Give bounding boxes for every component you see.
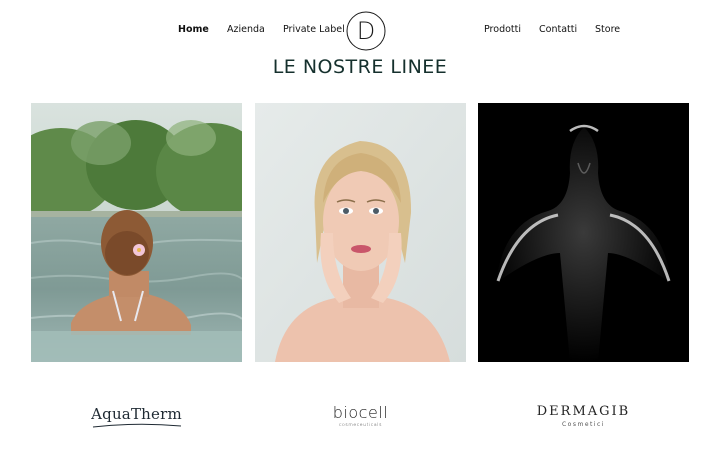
dermagib-wordmark: DERMAGIB [536,404,631,419]
line-card-dermagib[interactable] [478,103,689,362]
page-title: LE NOSTRE LINEE [272,56,448,78]
line-card-aquatherm[interactable] [31,103,242,362]
biocell-wordmark: biocell [332,403,389,422]
nav-store[interactable]: Store [595,24,620,35]
aquatherm-wordmark: AquaTherm [91,405,182,423]
nav-contatti[interactable]: Contatti [539,24,577,35]
blonde-woman-portrait-photo [255,103,466,362]
brand-logo-biocell[interactable]: biocell cosmeceuticals [255,396,466,436]
dermagib-subtitle: Cosmetici [561,421,605,428]
woman-in-pool-photo [31,103,242,362]
brand-logo-dermagib[interactable]: DERMAGIB Cosmetici [478,396,689,436]
silhouette-dark-photo [478,103,689,362]
nav-home[interactable]: Home [178,24,209,35]
biocell-subtitle: cosmeceuticals [338,423,383,428]
nav-azienda[interactable]: Azienda [227,24,265,35]
nav-private-label[interactable]: Private Label [283,24,345,35]
logo-letter: D [357,17,375,45]
line-card-biocell[interactable] [255,103,466,362]
swoosh-icon [92,423,181,428]
nav-prodotti[interactable]: Prodotti [484,24,521,35]
brand-logo-aquatherm[interactable]: AquaTherm [31,396,242,436]
brand-logo[interactable]: D [346,11,386,51]
